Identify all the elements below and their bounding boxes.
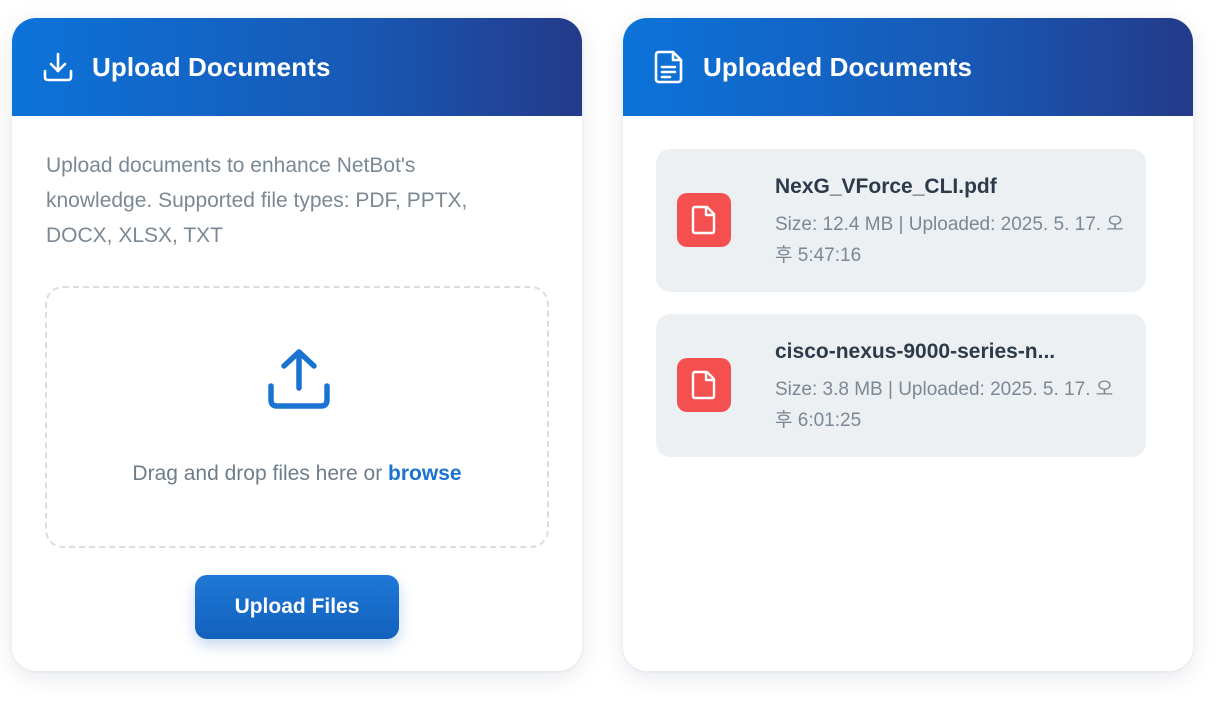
file-name: cisco-nexus-9000-series-n... — [775, 340, 1056, 363]
dropzone-instruction: Drag and drop files here or — [132, 462, 389, 485]
document-icon — [653, 50, 685, 84]
download-icon — [42, 50, 74, 84]
uploaded-documents-card: Uploaded Documents NexG_VForce_CLI.pdf S… — [623, 18, 1193, 671]
uploaded-card-title: Uploaded Documents — [703, 51, 973, 82]
dropzone-text: Drag and drop files here or browse — [47, 462, 547, 486]
uploaded-file-list: NexG_VForce_CLI.pdf Size: 12.4 MB | Uplo… — [656, 149, 1146, 479]
upload-card-title: Upload Documents — [92, 51, 331, 82]
uploaded-card-header: Uploaded Documents — [623, 18, 1193, 116]
upload-files-button[interactable]: Upload Files — [195, 575, 399, 639]
upload-icon — [268, 349, 330, 409]
file-meta: Size: 12.4 MB | Uploaded: 2025. 5. 17. 오… — [775, 214, 1124, 266]
file-list-item[interactable]: cisco-nexus-9000-series-n... Size: 3.8 M… — [656, 314, 1146, 457]
upload-description: Upload documents to enhance NetBot's kno… — [46, 154, 468, 247]
upload-card-header: Upload Documents — [12, 18, 582, 116]
file-icon — [677, 193, 731, 247]
file-icon — [677, 358, 731, 412]
browse-link[interactable]: browse — [388, 462, 462, 485]
file-list-item[interactable]: NexG_VForce_CLI.pdf Size: 12.4 MB | Uplo… — [656, 149, 1146, 292]
upload-documents-card: Upload Documents Upload documents to enh… — [12, 18, 582, 671]
file-dropzone[interactable]: Drag and drop files here or browse — [45, 286, 549, 548]
file-name: NexG_VForce_CLI.pdf — [775, 175, 997, 198]
file-meta: Size: 3.8 MB | Uploaded: 2025. 5. 17. 오후… — [775, 379, 1114, 431]
